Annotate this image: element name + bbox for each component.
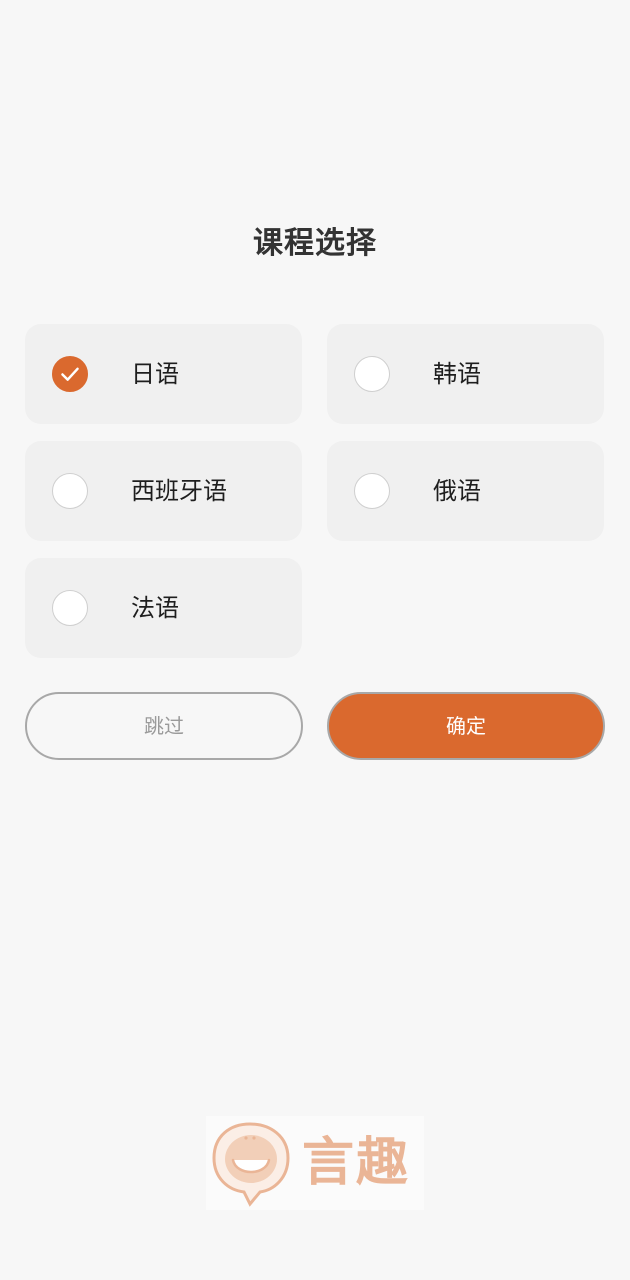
confirm-button[interactable]: 确定 (327, 692, 605, 760)
option-label: 西班牙语 (131, 477, 227, 505)
radio-unchecked-icon[interactable] (52, 473, 88, 509)
option-label: 日语 (131, 360, 179, 388)
radio-unchecked-icon[interactable] (52, 590, 88, 626)
option-label: 俄语 (433, 477, 481, 505)
option-french[interactable]: 法语 (25, 558, 302, 658)
option-label: 韩语 (433, 360, 481, 388)
option-spanish[interactable]: 西班牙语 (25, 441, 302, 541)
page-title: 课程选择 (253, 226, 377, 261)
option-japanese[interactable]: 日语 (25, 324, 302, 424)
logo-text: 言趣 (302, 1133, 411, 1193)
option-korean[interactable]: 韩语 (327, 324, 604, 424)
option-label: 法语 (131, 594, 179, 622)
speech-bubble-smile-icon (212, 1122, 290, 1207)
skip-button[interactable]: 跳过 (25, 692, 303, 760)
option-russian[interactable]: 俄语 (327, 441, 604, 541)
app-logo: 言趣 (206, 1116, 424, 1210)
radio-unchecked-icon[interactable] (354, 473, 390, 509)
radio-checked-icon[interactable] (52, 356, 88, 392)
radio-unchecked-icon[interactable] (354, 356, 390, 392)
